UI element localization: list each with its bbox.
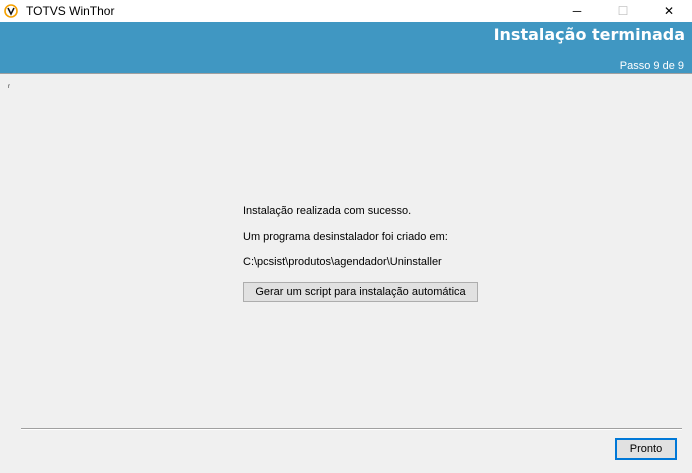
uninstaller-path: C:\pcsist\produtos\agendador\Uninstaller [243,256,442,268]
footer-divider [21,428,682,430]
totvs-logo-icon [4,4,18,18]
step-title: Instalação terminada [493,25,685,44]
header-divider [0,73,692,74]
wizard-header: Instalação terminada Passo 9 de 9 [0,22,692,73]
minimize-button[interactable]: ─ [554,0,600,22]
success-message: Instalação realizada com sucesso. [243,205,412,217]
step-counter: Passo 9 de 9 [619,60,684,72]
minimize-icon: ─ [572,4,582,18]
corner-mark: ʳ [8,82,11,92]
title-bar: TOTVS WinThor ─ ☐ ✕ [0,0,692,22]
generate-script-button[interactable]: Gerar um script para instalação automáti… [243,282,478,302]
close-button[interactable]: ✕ [646,0,692,22]
maximize-icon: ☐ [617,4,629,18]
maximize-button[interactable]: ☐ [600,0,646,22]
done-button[interactable]: Pronto [615,438,677,460]
close-icon: ✕ [663,4,675,18]
window-title: TOTVS WinThor [26,4,115,18]
uninstaller-message: Um programa desinstalador foi criado em: [243,231,448,243]
